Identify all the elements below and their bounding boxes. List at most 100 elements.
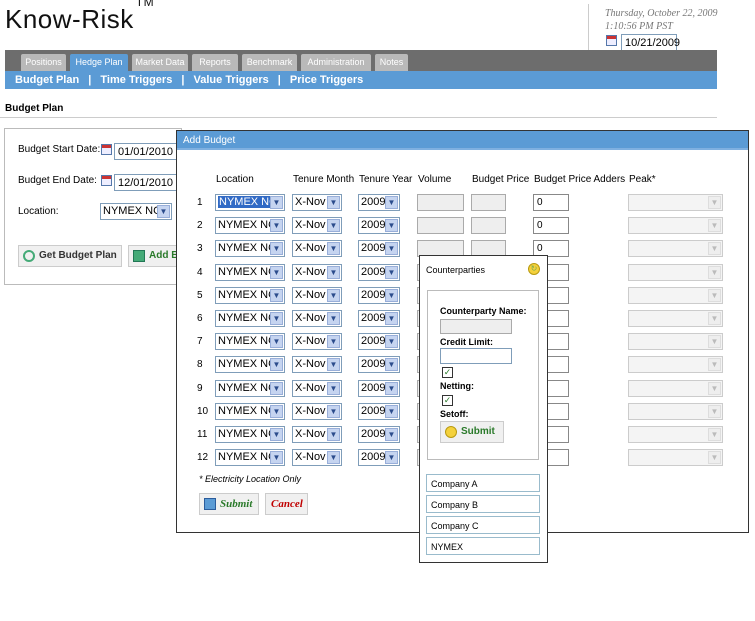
location-select[interactable]: NYMEX NG ▼ (215, 264, 285, 281)
end-date-input[interactable]: 12/01/2010 (114, 174, 182, 191)
tenure-year-select[interactable]: 2009 ▼ (358, 403, 400, 420)
tab-benchmark[interactable]: Benchmark (242, 54, 297, 71)
start-date-input[interactable]: 01/01/2010 (114, 143, 182, 160)
tenure-month-select[interactable]: X-Nov ▼ (292, 240, 342, 257)
tenure-month-select[interactable]: X-Nov ▼ (292, 217, 342, 234)
tenure-year-select[interactable]: 2009 ▼ (358, 217, 400, 234)
tab-reports[interactable]: Reports (192, 54, 238, 71)
company-item[interactable]: Company B (426, 495, 540, 513)
calendar-icon[interactable] (101, 175, 112, 186)
credit-limit-input[interactable] (440, 348, 512, 364)
tenure-year-select[interactable]: 2009 ▼ (358, 333, 400, 350)
peak-select[interactable]: ▼ (628, 426, 723, 443)
tab-hedge-plan[interactable]: Hedge Plan (70, 54, 128, 71)
location-select[interactable]: NYMEX NG ▼ (215, 310, 285, 327)
location-select[interactable]: NYMEX NG ▼ (100, 203, 172, 220)
counterparty-name-input[interactable] (440, 319, 512, 334)
tab-positions[interactable]: Positions (21, 54, 66, 71)
dropdown-arrow-icon: ▼ (327, 312, 340, 325)
date-input[interactable]: 10/21/2009 (621, 34, 680, 51)
subnav-price-triggers[interactable]: Price Triggers (290, 74, 363, 86)
location-select[interactable]: NYMEX NG ▼ (215, 194, 285, 211)
volume-input[interactable] (417, 194, 464, 211)
location-select[interactable]: NYMEX NG ▼ (215, 333, 285, 350)
location-select[interactable]: NYMEX NG ▼ (215, 380, 285, 397)
credit-checkbox[interactable]: ✓ (442, 367, 453, 378)
budget-price-adders-input[interactable]: 0 (533, 194, 569, 211)
subnav-time-triggers[interactable]: Time Triggers (100, 74, 172, 86)
budget-price-adders-input[interactable]: 0 (533, 217, 569, 234)
tenure-month-select[interactable]: X-Nov ▼ (292, 380, 342, 397)
tenure-month-select[interactable]: X-Nov ▼ (292, 194, 342, 211)
company-item[interactable]: Company A (426, 474, 540, 492)
submit-button[interactable]: Submit (199, 493, 259, 515)
tab-market-data[interactable]: Market Data (132, 54, 188, 71)
add-icon (133, 250, 145, 262)
peak-select[interactable]: ▼ (628, 194, 723, 211)
calendar-icon[interactable] (606, 35, 617, 46)
peak-select[interactable]: ▼ (628, 310, 723, 327)
company-item[interactable]: NYMEX (426, 537, 540, 555)
peak-select[interactable]: ▼ (628, 333, 723, 350)
tenure-year-select[interactable]: 2009 ▼ (358, 310, 400, 327)
tenure-year-select[interactable]: 2009 ▼ (358, 194, 400, 211)
location-select[interactable]: NYMEX NG ▼ (215, 426, 285, 443)
get-budget-plan-button[interactable]: Get Budget Plan (18, 245, 122, 267)
peak-select[interactable]: ▼ (628, 217, 723, 234)
location-select[interactable]: NYMEX NG ▼ (215, 449, 285, 466)
dropdown-arrow-icon: ▼ (327, 289, 340, 302)
tab-notes[interactable]: Notes (375, 54, 408, 71)
peak-select[interactable]: ▼ (628, 356, 723, 373)
tenure-year-select[interactable]: 2009 ▼ (358, 240, 400, 257)
peak-select[interactable]: ▼ (628, 240, 723, 257)
location-select[interactable]: NYMEX NG ▼ (215, 287, 285, 304)
subnav-budget-plan[interactable]: Budget Plan (15, 74, 79, 86)
subnav-value-triggers[interactable]: Value Triggers (194, 74, 269, 86)
company-item[interactable]: Company C (426, 516, 540, 534)
tenure-year-select[interactable]: 2009 ▼ (358, 380, 400, 397)
location-select[interactable]: NYMEX NG ▼ (215, 240, 285, 257)
tenure-year-select[interactable]: 2009 ▼ (358, 356, 400, 373)
tenure-year-select-value: 2009 (361, 312, 386, 324)
counterparties-popup: Counterparties ↻ Counterparty Name: Cred… (419, 255, 548, 563)
peak-select[interactable]: ▼ (628, 403, 723, 420)
calendar-icon[interactable] (101, 144, 112, 155)
peak-select[interactable]: ▼ (628, 264, 723, 281)
tenure-month-select[interactable]: X-Nov ▼ (292, 310, 342, 327)
dropdown-arrow-icon: ▼ (270, 358, 283, 371)
tenure-year-select[interactable]: 2009 ▼ (358, 449, 400, 466)
dropdown-arrow-icon: ▼ (708, 242, 721, 255)
tenure-month-select[interactable]: X-Nov ▼ (292, 356, 342, 373)
tenure-month-select-value: X-Nov (295, 219, 326, 231)
counterparty-submit-button[interactable]: Submit (440, 421, 504, 443)
tenure-month-select[interactable]: X-Nov ▼ (292, 426, 342, 443)
volume-input[interactable] (417, 217, 464, 234)
tenure-year-select[interactable]: 2009 ▼ (358, 426, 400, 443)
counterparty-form: Counterparty Name: Credit Limit: ✓ Netti… (427, 290, 539, 460)
tenure-year-select-value: 2009 (361, 358, 386, 370)
netting-checkbox[interactable]: ✓ (442, 395, 453, 406)
dropdown-arrow-icon: ▼ (327, 405, 340, 418)
tenure-year-select[interactable]: 2009 ▼ (358, 264, 400, 281)
location-select[interactable]: NYMEX NG ▼ (215, 356, 285, 373)
tenure-month-select[interactable]: X-Nov ▼ (292, 449, 342, 466)
peak-select[interactable]: ▼ (628, 287, 723, 304)
tab-administration[interactable]: Administration (301, 54, 371, 71)
location-select[interactable]: NYMEX NG ▼ (215, 403, 285, 420)
close-icon[interactable]: ↻ (528, 263, 540, 275)
peak-select[interactable]: ▼ (628, 380, 723, 397)
tenure-month-select-value: X-Nov (295, 451, 326, 463)
budget-price-input[interactable] (471, 194, 506, 211)
tenure-month-select[interactable]: X-Nov ▼ (292, 403, 342, 420)
budget-price-input[interactable] (471, 217, 506, 234)
dropdown-arrow-icon: ▼ (708, 405, 721, 418)
tenure-month-select[interactable]: X-Nov ▼ (292, 264, 342, 281)
location-select[interactable]: NYMEX NG ▼ (215, 217, 285, 234)
tenure-month-select-value: X-Nov (295, 428, 326, 440)
peak-select[interactable]: ▼ (628, 449, 723, 466)
tenure-month-select[interactable]: X-Nov ▼ (292, 287, 342, 304)
tenure-month-select[interactable]: X-Nov ▼ (292, 333, 342, 350)
cancel-button[interactable]: Cancel (265, 493, 308, 515)
tenure-year-select[interactable]: 2009 ▼ (358, 287, 400, 304)
main-tab-bar: Positions Hedge Plan Market Data Reports… (5, 50, 717, 71)
